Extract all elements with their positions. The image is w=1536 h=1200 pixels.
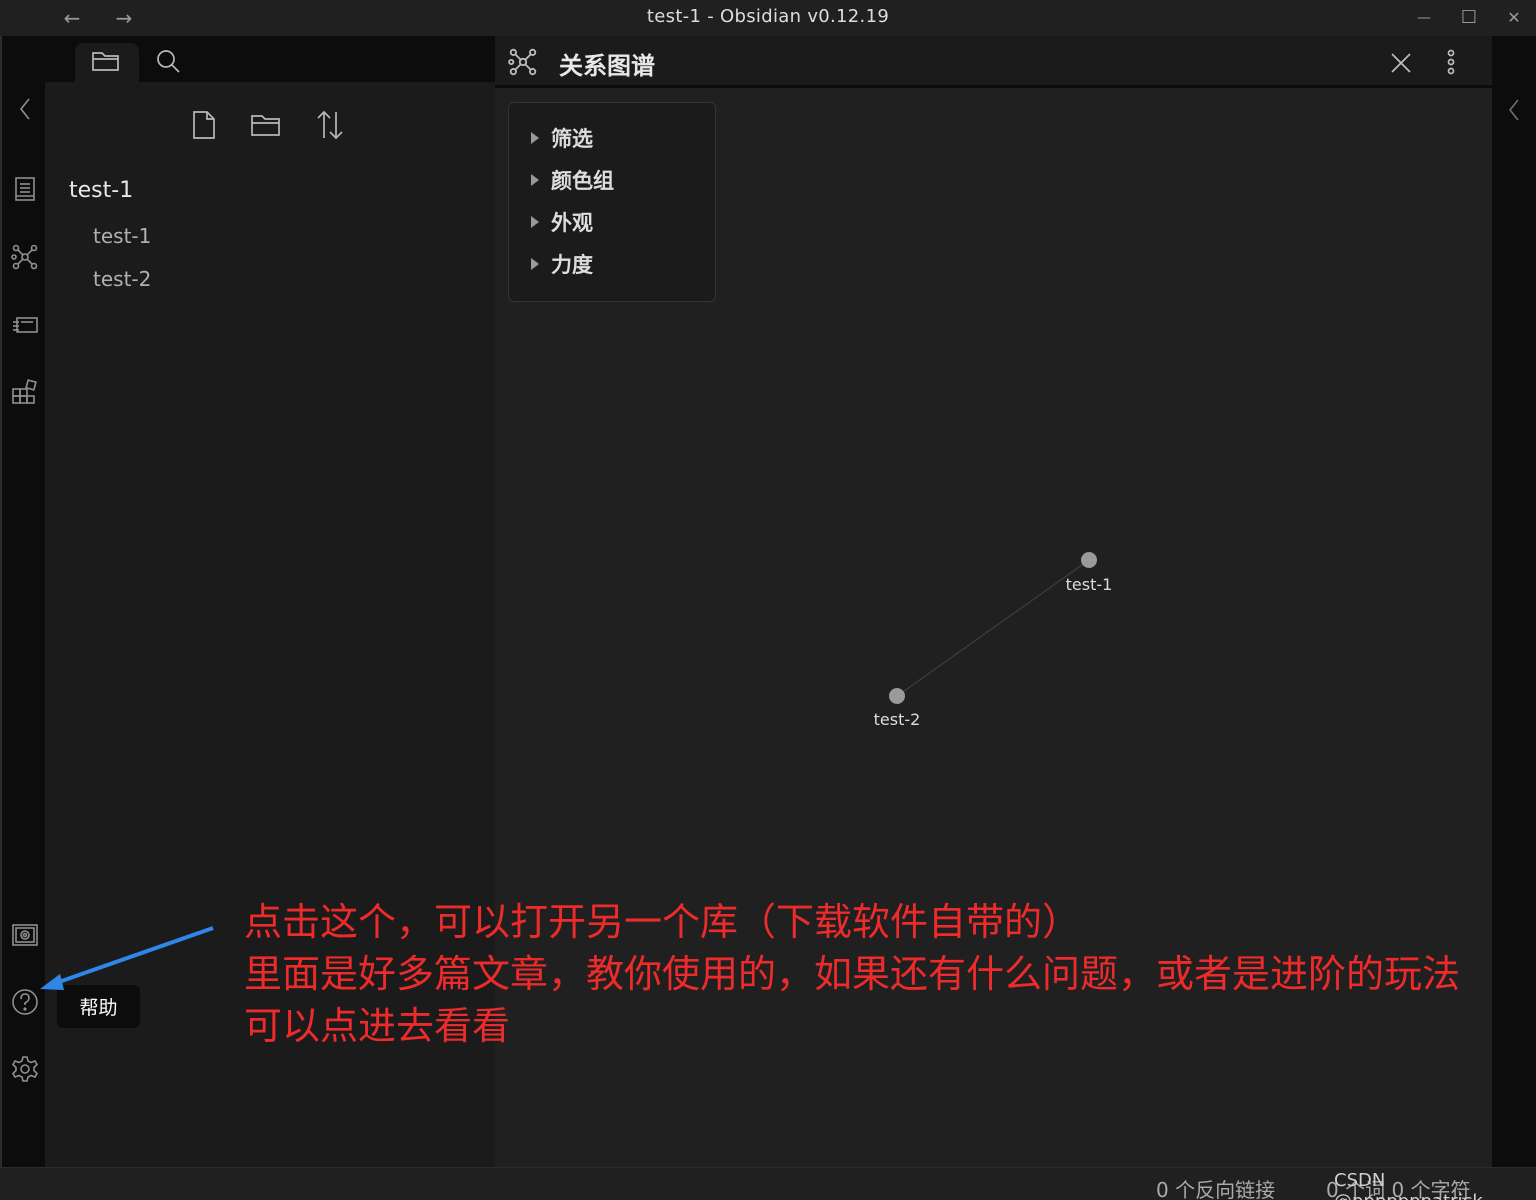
open-vault-icon[interactable] <box>10 920 40 950</box>
folder-icon[interactable] <box>89 46 123 76</box>
panel-tab-bar <box>45 36 495 83</box>
graph-node-test-1[interactable]: test-1 <box>1066 552 1113 594</box>
help-tooltip: 帮助 <box>57 985 140 1028</box>
graph-view-icon <box>507 46 539 78</box>
node-dot[interactable] <box>1081 552 1097 568</box>
backlinks-count[interactable]: 0 个反向链接 <box>1156 1174 1275 1200</box>
graph-header: 关系图谱 <box>495 36 1492 88</box>
collapse-left-icon[interactable] <box>10 94 40 124</box>
file-item-test-1[interactable]: test-1 <box>93 224 151 248</box>
annotation-line-2: 里面是好多篇文章，教你使用的，如果还有什么问题，或者是进阶的玩法 <box>244 952 1461 996</box>
window-title: test-1 - Obsidian v0.12.19 <box>646 6 890 27</box>
sort-icon[interactable] <box>313 108 347 142</box>
title-bar: ← → test-1 - Obsidian v0.12.19 — ☐ ✕ <box>0 0 1536 36</box>
file-switcher-icon[interactable] <box>10 174 40 204</box>
node-dot[interactable] <box>889 688 905 704</box>
maximize-button[interactable]: ☐ <box>1455 4 1483 32</box>
file-item-test-2[interactable]: test-2 <box>93 267 151 291</box>
more-options-icon[interactable] <box>1437 46 1465 78</box>
slides-icon[interactable] <box>10 310 40 340</box>
help-icon[interactable] <box>10 987 40 1017</box>
graph-view-icon[interactable] <box>10 242 40 272</box>
plugins-icon[interactable] <box>10 376 40 406</box>
node-label: test-1 <box>1066 575 1113 594</box>
annotation-line-3: 可以点进去看看 <box>244 1004 511 1048</box>
collapse-right-icon[interactable] <box>1502 96 1526 124</box>
new-folder-icon[interactable] <box>249 108 283 142</box>
status-bar: 0 个反向链接 0 个词 0 个字符 <box>0 1167 1536 1200</box>
search-icon[interactable] <box>151 46 185 76</box>
graph-title: 关系图谱 <box>559 52 655 80</box>
graph-edge <box>896 559 1090 697</box>
graph-canvas[interactable]: test-1 test-2 <box>495 91 1492 1167</box>
settings-icon[interactable] <box>10 1054 40 1084</box>
ribbon <box>0 36 45 1167</box>
node-label: test-2 <box>874 710 921 729</box>
close-window-button[interactable]: ✕ <box>1500 4 1528 32</box>
vault-name[interactable]: test-1 <box>69 178 133 203</box>
graph-node-test-2[interactable]: test-2 <box>874 688 921 729</box>
close-icon[interactable] <box>1387 49 1415 77</box>
minimize-button[interactable]: — <box>1410 4 1438 32</box>
new-note-icon[interactable] <box>187 108 221 142</box>
watermark: CSDN @pppppppatrick <box>1334 1170 1483 1200</box>
right-sidebar-strip <box>1492 36 1536 1167</box>
annotation-line-1: 点击这个，可以打开另一个库（下载软件自带的） <box>244 900 1081 944</box>
